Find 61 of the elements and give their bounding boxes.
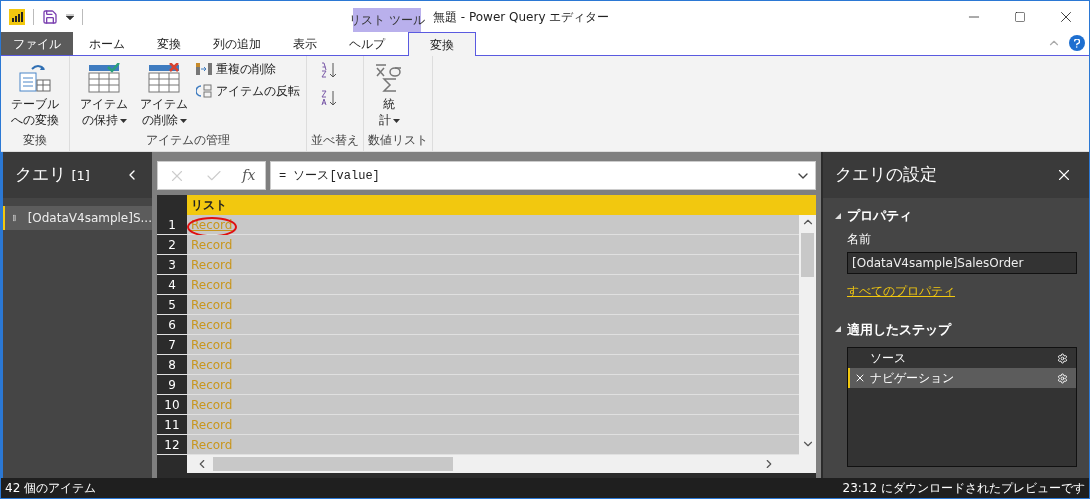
- scroll-thumb[interactable]: [801, 233, 814, 277]
- ribbon-tab[interactable]: 表示: [277, 32, 333, 55]
- caret-icon: [179, 118, 187, 123]
- settings-icon[interactable]: [1057, 352, 1068, 364]
- caret-icon: [392, 118, 400, 123]
- section-heading: プロパティ: [847, 207, 912, 225]
- sort-descending-icon[interactable]: [319, 88, 339, 108]
- scroll-thumb[interactable]: [213, 457, 453, 471]
- step-item[interactable]: ナビゲーション: [848, 368, 1076, 388]
- field-label: 名前: [847, 230, 872, 248]
- ribbon-group-label: アイテムの管理: [145, 132, 231, 149]
- ribbon-group-label: 変換: [22, 132, 48, 149]
- reverse-icon: [196, 84, 212, 98]
- table-check-icon: [88, 63, 120, 93]
- step-label: ソース: [870, 350, 906, 367]
- help-icon[interactable]: [1069, 35, 1085, 51]
- status-text: 23:12 にダウンロードされたプレビューです: [842, 480, 1085, 497]
- save-icon[interactable]: [42, 8, 58, 25]
- pane-title: クエリの設定: [835, 163, 937, 187]
- vertical-scrollbar[interactable]: [799, 215, 816, 455]
- settings-icon[interactable]: [1057, 372, 1068, 384]
- caret-icon: [119, 118, 127, 123]
- expanded-triangle-icon[interactable]: [835, 326, 841, 333]
- function-button[interactable]: fx: [242, 165, 256, 186]
- ribbon-tab[interactable]: ヘルプ: [333, 32, 401, 55]
- dedupe-icon: [196, 62, 212, 76]
- query-item[interactable]: [OdataV4sample]S...: [3, 206, 152, 230]
- ribbon-group-label: 数値リスト: [368, 132, 428, 149]
- ribbon-tab[interactable]: 列の追加: [197, 32, 277, 55]
- section-heading: 適用したステップ: [847, 320, 951, 339]
- caret-icon[interactable]: [66, 13, 74, 20]
- app-logo-icon: [9, 8, 25, 25]
- context-tab[interactable]: 変換: [408, 32, 476, 56]
- ribbon-tab[interactable]: ホーム: [73, 32, 141, 55]
- step-label: ナビゲーション: [870, 370, 954, 387]
- ribbon-button[interactable]: 重複の削除: [194, 60, 302, 78]
- ribbon-tab[interactable]: 変換: [141, 32, 197, 55]
- ribbon-button[interactable]: アイテム の保持: [74, 56, 134, 128]
- ribbon-button[interactable]: 統 計: [368, 56, 410, 128]
- expanded-triangle-icon[interactable]: [835, 212, 841, 219]
- step-item[interactable]: ソース: [848, 348, 1076, 368]
- horizontal-scrollbar[interactable]: [187, 455, 816, 473]
- window-title: 無題 - Power Query エディター: [433, 8, 610, 26]
- statistics-icon: [374, 63, 404, 93]
- annotation-circle: [186, 216, 238, 238]
- sort-ascending-icon[interactable]: [319, 60, 339, 80]
- delete-step-icon[interactable]: [854, 372, 866, 384]
- all-properties-link[interactable]: すべてのプロパティ: [847, 281, 1077, 300]
- pane-title: クエリ [1]: [15, 163, 90, 187]
- file-tab[interactable]: ファイル: [1, 32, 73, 55]
- maximize-icon[interactable]: [1014, 10, 1026, 23]
- ribbon-group-label: 並べ替え: [311, 132, 359, 149]
- name-field[interactable]: [OdataV4sample]SalesOrder: [847, 251, 1077, 274]
- table-cross-icon: [148, 63, 180, 93]
- formula-field[interactable]: = ソース[value]: [270, 161, 816, 190]
- ribbon-button[interactable]: アイテム の削除: [134, 56, 194, 128]
- ribbon-button[interactable]: アイテムの反転: [194, 82, 302, 100]
- ribbon-button[interactable]: テーブル への変換: [5, 56, 65, 128]
- column-header[interactable]: リスト: [187, 195, 816, 215]
- status-text: 42 個のアイテム: [5, 480, 97, 497]
- table-convert-icon: [18, 63, 52, 93]
